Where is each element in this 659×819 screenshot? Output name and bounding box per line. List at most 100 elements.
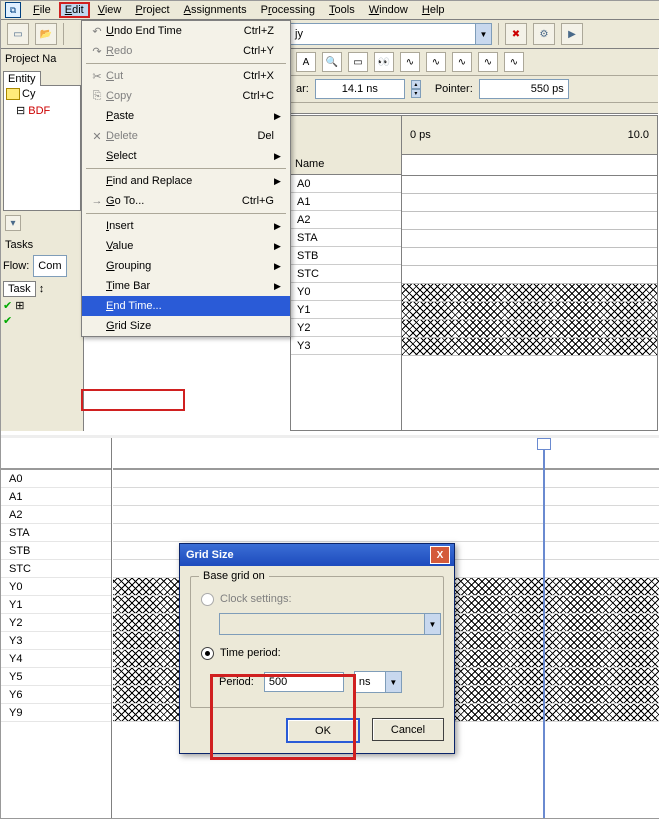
timeline[interactable] bbox=[402, 155, 657, 176]
menu-view[interactable]: View bbox=[92, 2, 128, 18]
cancel-button[interactable]: Cancel bbox=[372, 718, 444, 741]
signal-name[interactable]: Y3 bbox=[291, 337, 401, 355]
signal-name[interactable]: A1 bbox=[1, 488, 111, 506]
new-icon[interactable]: ▭ bbox=[7, 23, 29, 45]
binoculars-icon[interactable]: 👀 bbox=[374, 52, 394, 72]
signal-name[interactable]: Y1 bbox=[1, 596, 111, 614]
menu-tools[interactable]: Tools bbox=[323, 2, 361, 18]
waveform-row[interactable] bbox=[402, 266, 657, 284]
menu-item-select[interactable]: Select▶ bbox=[82, 146, 290, 166]
waveform-row[interactable] bbox=[113, 506, 659, 524]
gear-icon[interactable]: ⚙ bbox=[533, 23, 555, 45]
signal-name[interactable]: Y0 bbox=[291, 283, 401, 301]
waveform-row[interactable] bbox=[113, 524, 659, 542]
waveform-row[interactable] bbox=[402, 194, 657, 212]
signal-name[interactable]: Y6 bbox=[1, 686, 111, 704]
bar-spinner[interactable]: ▴▾ bbox=[411, 80, 421, 98]
wave-icon[interactable]: ∿ bbox=[426, 52, 446, 72]
zoom-icon[interactable]: 🔍 bbox=[322, 52, 342, 72]
cursor-handle-icon[interactable] bbox=[537, 438, 551, 450]
waveform-row[interactable] bbox=[402, 284, 657, 302]
menu-project[interactable]: Project bbox=[129, 2, 175, 18]
pointer-value-field[interactable]: 550 ps bbox=[479, 79, 569, 99]
wave-icon[interactable]: ∿ bbox=[452, 52, 472, 72]
wave-icon[interactable]: ∿ bbox=[478, 52, 498, 72]
menu-item-value[interactable]: Value▶ bbox=[82, 236, 290, 256]
signal-name[interactable]: Y3 bbox=[1, 632, 111, 650]
waveform-row[interactable] bbox=[402, 176, 657, 194]
waveform-row[interactable] bbox=[402, 320, 657, 338]
flow-combo[interactable]: Com bbox=[33, 255, 67, 277]
menu-help[interactable]: Help bbox=[416, 2, 451, 18]
radio-time-period[interactable]: Time period: bbox=[201, 643, 433, 663]
waveform-row[interactable] bbox=[402, 212, 657, 230]
signal-name[interactable]: STB bbox=[1, 542, 111, 560]
entity-tree[interactable]: Cy ⊟ BDF bbox=[3, 85, 81, 211]
signal-name[interactable]: Y0 bbox=[1, 578, 111, 596]
menu-assignments[interactable]: Assignments bbox=[178, 2, 253, 18]
chevron-down-icon[interactable]: ▼ bbox=[475, 24, 491, 44]
signal-name[interactable]: A0 bbox=[1, 470, 111, 488]
menu-item-go-to-[interactable]: →Go To...Ctrl+G bbox=[82, 191, 290, 211]
menu-item-paste[interactable]: Paste▶ bbox=[82, 106, 290, 126]
doc-icon[interactable]: ▭ bbox=[348, 52, 368, 72]
waveform-row[interactable] bbox=[402, 230, 657, 248]
menu-edit[interactable]: Edit bbox=[59, 2, 90, 18]
menu-item-end-time-[interactable]: End Time... bbox=[82, 296, 290, 316]
task-tab[interactable]: Task bbox=[3, 281, 36, 297]
play-icon[interactable]: ▶ bbox=[561, 23, 583, 45]
bar-value-field[interactable]: 14.1 ns bbox=[315, 79, 405, 99]
task-sort-icon[interactable]: ↕ bbox=[39, 283, 45, 295]
signal-name[interactable]: Y4 bbox=[1, 650, 111, 668]
signal-name[interactable]: A0 bbox=[291, 175, 401, 193]
cancel-build-icon[interactable]: ✖ bbox=[505, 23, 527, 45]
waveform-row[interactable] bbox=[113, 488, 659, 506]
time-left-label: 0 ps bbox=[410, 129, 431, 141]
signal-name[interactable]: Y1 bbox=[291, 301, 401, 319]
signal-name[interactable]: STA bbox=[291, 229, 401, 247]
waveform-row[interactable] bbox=[402, 338, 657, 356]
chevron-down-icon[interactable]: ▼ bbox=[385, 672, 401, 692]
menu-item-time-bar[interactable]: Time Bar▶ bbox=[82, 276, 290, 296]
dialog-titlebar[interactable]: Grid Size X bbox=[180, 544, 454, 566]
signal-name[interactable]: STC bbox=[291, 265, 401, 283]
menu-item-grouping[interactable]: Grouping▶ bbox=[82, 256, 290, 276]
waveform-row[interactable] bbox=[113, 470, 659, 488]
signal-name[interactable]: Y9 bbox=[1, 704, 111, 722]
signal-name[interactable]: STC bbox=[1, 560, 111, 578]
signal-name[interactable]: Y2 bbox=[291, 319, 401, 337]
name-column-header: Name bbox=[291, 116, 401, 175]
signal-name[interactable]: A2 bbox=[1, 506, 111, 524]
menu-item-grid-size[interactable]: Grid Size bbox=[82, 316, 290, 336]
menu-item-find-and-replace[interactable]: Find and Replace▶ bbox=[82, 171, 290, 191]
char-a-icon[interactable]: A bbox=[296, 52, 316, 72]
tree-collapse-icon[interactable]: ▾ bbox=[5, 215, 21, 231]
time-cursor[interactable] bbox=[543, 438, 545, 818]
wave-icon[interactable]: ∿ bbox=[400, 52, 420, 72]
unit-combo[interactable]: ns▼ bbox=[354, 671, 402, 693]
signal-name[interactable]: Y5 bbox=[1, 668, 111, 686]
menu-item-insert[interactable]: Insert▶ bbox=[82, 216, 290, 236]
signal-name[interactable]: A2 bbox=[291, 211, 401, 229]
signal-name[interactable]: STB bbox=[291, 247, 401, 265]
close-icon[interactable]: X bbox=[430, 546, 450, 564]
waveform-row[interactable] bbox=[402, 302, 657, 320]
menu-file[interactable]: File bbox=[27, 2, 57, 18]
menu-window[interactable]: Window bbox=[363, 2, 414, 18]
signal-name[interactable]: STA bbox=[1, 524, 111, 542]
entity-tab[interactable]: Entity bbox=[3, 71, 41, 86]
wave-icon[interactable]: ∿ bbox=[504, 52, 524, 72]
signal-name[interactable]: A1 bbox=[291, 193, 401, 211]
menu-processing[interactable]: Processing bbox=[255, 2, 321, 18]
period-input[interactable]: 500 bbox=[264, 672, 344, 692]
project-combo[interactable]: jy ▼ bbox=[290, 23, 492, 45]
menu-item-undo-end-time[interactable]: ↶Undo End TimeCtrl+Z bbox=[82, 21, 290, 41]
menu-item-label: Time Bar bbox=[106, 280, 274, 292]
open-icon[interactable]: 📂 bbox=[35, 23, 57, 45]
ok-button[interactable]: OK bbox=[286, 718, 360, 743]
menu-item-label: Value bbox=[106, 240, 274, 252]
waveform-row[interactable] bbox=[402, 248, 657, 266]
menu-item-icon: ↶ bbox=[88, 25, 106, 38]
dialog-title: Grid Size bbox=[184, 549, 430, 561]
signal-name[interactable]: Y2 bbox=[1, 614, 111, 632]
